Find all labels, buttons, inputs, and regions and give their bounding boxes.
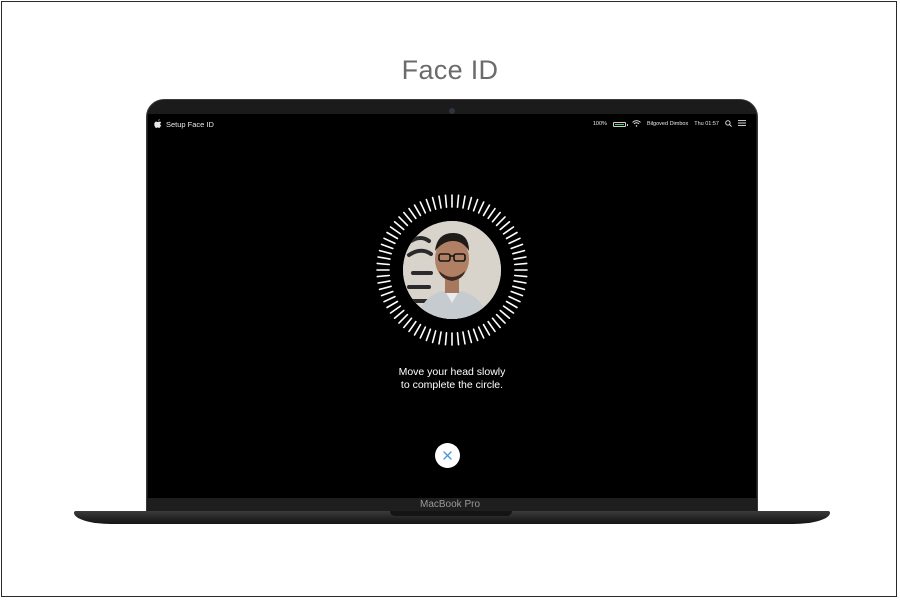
apple-icon[interactable]: [154, 119, 162, 131]
face-id-instruction: Move your head slowly to complete the ci…: [148, 366, 756, 392]
progress-tick: [491, 211, 502, 223]
progress-tick: [495, 313, 506, 324]
progress-tick: [495, 216, 506, 227]
progress-tick: [376, 262, 391, 266]
progress-tick: [505, 231, 518, 240]
progress-tick: [389, 226, 402, 235]
progress-tick: [467, 196, 473, 210]
progress-tick: [499, 309, 511, 320]
wifi-icon[interactable]: [632, 119, 641, 129]
laptop-hinge-notch: [390, 511, 512, 516]
progress-tick: [444, 331, 448, 346]
progress-tick: [408, 320, 417, 333]
status-area: 100% Bilgoved Dimbox Thu 01:57: [593, 119, 746, 129]
cancel-button[interactable]: [435, 443, 460, 468]
progress-tick: [477, 201, 485, 214]
progress-tick: [383, 237, 396, 245]
clock[interactable]: Thu 01:57: [694, 121, 719, 127]
progress-tick: [512, 249, 526, 255]
progress-tick: [431, 196, 437, 210]
progress-tick: [510, 243, 524, 250]
progress-tick: [425, 328, 432, 342]
progress-tick: [491, 317, 502, 329]
progress-tick: [402, 317, 413, 329]
page-title: Face ID: [401, 55, 499, 85]
progress-tick: [413, 204, 422, 217]
progress-tick: [505, 300, 518, 309]
progress-tick: [472, 328, 479, 342]
progress-tick: [377, 256, 391, 260]
progress-tick: [444, 194, 448, 209]
progress-tick: [386, 300, 399, 309]
progress-tick: [467, 330, 473, 344]
progress-tick: [482, 204, 491, 217]
progress-tick: [487, 320, 496, 333]
progress-tick: [398, 216, 409, 227]
progress-tick: [499, 220, 511, 231]
camera-preview: [403, 221, 501, 319]
progress-tick: [513, 280, 527, 284]
progress-tick: [462, 195, 466, 209]
progress-tick: [456, 194, 460, 209]
progress-tick: [378, 249, 392, 255]
progress-tick: [393, 309, 405, 320]
instruction-line-1: Move your head slowly: [398, 366, 506, 378]
progress-tick: [456, 331, 460, 346]
progress-tick: [419, 326, 427, 339]
progress-tick: [408, 207, 417, 220]
battery-icon[interactable]: [612, 121, 628, 127]
progress-tick: [413, 323, 422, 336]
battery-percent: 100%: [592, 121, 607, 127]
progress-tick: [402, 211, 413, 223]
progress-tick: [438, 331, 442, 345]
progress-tick: [376, 274, 391, 278]
instruction-line-2: to complete the circle.: [400, 379, 504, 391]
progress-tick: [472, 198, 479, 212]
progress-tick: [431, 330, 437, 344]
progress-tick: [487, 207, 496, 220]
progress-tick: [513, 256, 527, 260]
progress-tick: [510, 290, 524, 297]
laptop-screen: Setup Face ID 100% Bilgoved Dimbox Thu 0…: [148, 114, 756, 498]
list-icon[interactable]: [738, 120, 746, 128]
progress-tick: [389, 305, 402, 314]
progress-tick: [425, 198, 432, 212]
progress-tick: [508, 237, 521, 245]
progress-tick: [380, 290, 394, 297]
progress-tick: [482, 323, 491, 336]
progress-tick: [477, 326, 485, 339]
progress-tick: [502, 305, 515, 314]
progress-tick: [419, 201, 427, 214]
model-label: MacBook Pro: [419, 499, 481, 510]
close-icon: [443, 451, 452, 460]
progress-tick: [508, 295, 521, 303]
app-name[interactable]: Setup Face ID: [166, 120, 214, 129]
progress-tick: [512, 285, 526, 291]
progress-tick: [380, 243, 394, 250]
progress-tick: [383, 295, 396, 303]
progress-tick: [398, 313, 409, 324]
progress-tick: [386, 231, 399, 240]
battery-fill: [614, 123, 624, 125]
progress-tick: [378, 285, 392, 291]
progress-tick: [462, 331, 466, 345]
progress-tick: [513, 262, 528, 266]
progress-tick: [393, 220, 405, 231]
face-preview-image: [403, 221, 501, 319]
progress-tick: [513, 274, 528, 278]
progress-tick: [438, 195, 442, 209]
wifi-network-name[interactable]: Bilgoved Dimbox: [647, 121, 688, 127]
progress-tick: [377, 280, 391, 284]
search-icon[interactable]: [725, 119, 732, 129]
progress-tick: [502, 226, 515, 235]
menu-bar: Setup Face ID 100% Bilgoved Dimbox Thu 0…: [148, 114, 756, 134]
